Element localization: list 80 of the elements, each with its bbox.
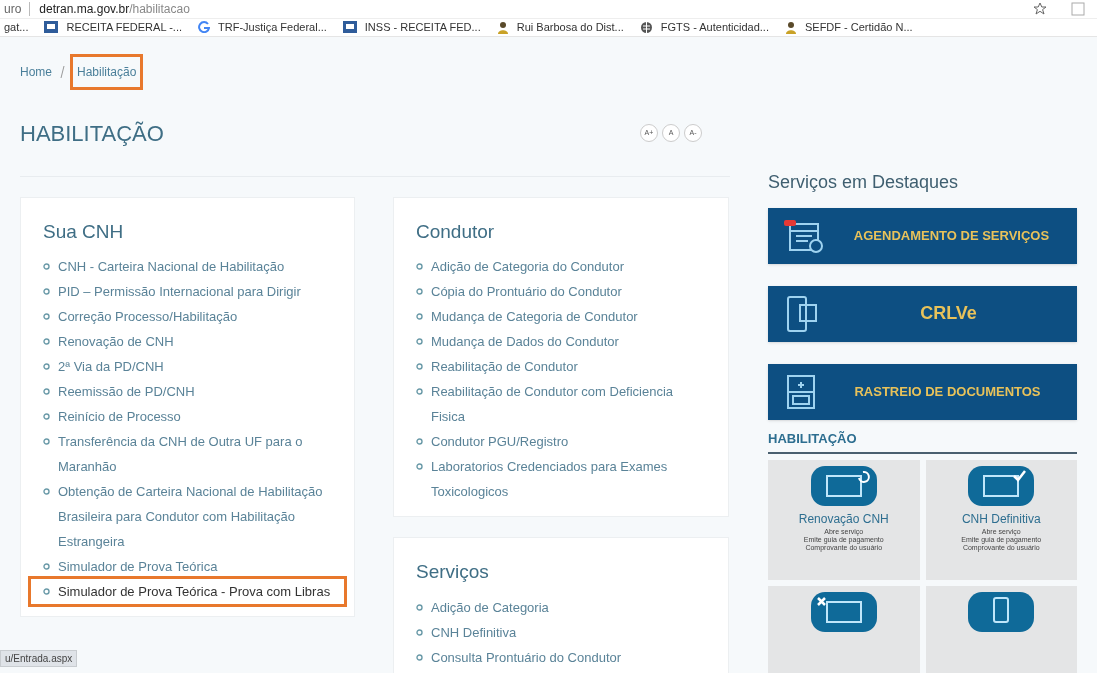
person-icon <box>784 20 797 34</box>
bullet-icon <box>416 288 423 295</box>
breadcrumb-link[interactable]: Home <box>20 62 52 81</box>
phone-card-icon <box>968 591 1035 632</box>
separator-icon <box>60 65 65 78</box>
security-label: uro <box>4 1 22 18</box>
service-banner[interactable]: CRLVe <box>768 285 1077 342</box>
person-icon <box>496 20 509 34</box>
service-link[interactable]: 2ª Via da PD/CNH <box>43 354 332 379</box>
service-link[interactable]: Condutor PGU/Registro <box>416 429 706 454</box>
service-link[interactable]: Adição de Categoria <box>416 594 706 620</box>
bookmark-item[interactable]: gat... <box>4 19 29 36</box>
bullet-icon <box>416 363 423 370</box>
bullet-icon <box>416 438 423 445</box>
service-link[interactable]: Renovação de CNH <box>43 329 332 354</box>
phone-icon <box>784 294 820 333</box>
service-tile[interactable] <box>925 585 1077 673</box>
divider-icon <box>29 2 32 16</box>
bullet-icon <box>416 628 423 636</box>
service-link[interactable]: Obtenção de Carteira Nacional de Habilitação Brasileira para Condutor com Habilitação Estrangeira <box>43 479 332 554</box>
bullet-icon <box>43 363 50 370</box>
bookmark-item[interactable]: TRF-Justiça Federal... <box>198 19 327 36</box>
service-link[interactable]: Adição de Categoria do Condutor <box>416 254 706 279</box>
license-card-icon <box>968 465 1035 506</box>
license-card-icon <box>810 465 877 506</box>
bullet-icon <box>43 438 50 445</box>
service-link[interactable]: Consulta Prontuário do Condutor <box>416 644 706 670</box>
featured-title: Serviços em Destaques <box>768 170 960 194</box>
bullet-icon <box>43 563 50 570</box>
address-url[interactable]: detran.ma.gov.br/habilitacao <box>39 0 1025 18</box>
bullet-icon <box>416 313 423 320</box>
bullet-icon <box>43 263 50 270</box>
service-link[interactable]: Mudança de Categoria de Condutor <box>416 304 706 329</box>
star-icon[interactable] <box>1033 2 1047 16</box>
section-title: Condutor <box>416 219 496 244</box>
service-link[interactable]: Reabilitação de Condutor com Deficiencia Fisica <box>416 379 706 429</box>
service-link[interactable]: Simulador de Prova Teórica - Prova com Libras <box>31 579 344 604</box>
bookmark-item[interactable]: RECEITA FEDERAL -... <box>44 19 182 36</box>
service-link[interactable]: Reemissão de PD/CNH <box>43 379 332 404</box>
calendar-icon <box>784 217 826 254</box>
bookmark-item[interactable]: FGTS - Autenticidad... <box>639 19 769 36</box>
service-link[interactable]: Transferência da CNH de Outra UF para o Maranhão <box>43 429 332 479</box>
bullet-icon <box>43 588 50 595</box>
service-link[interactable]: Correção Processo/Habilitação <box>43 304 332 329</box>
page-title: HABILITAÇÃO <box>20 119 164 148</box>
section-title: Serviços <box>416 560 490 584</box>
service-link[interactable]: PID – Permissão Internacional para Dirigir <box>43 279 332 304</box>
bullet-icon <box>43 338 50 345</box>
service-link[interactable]: Laboratorios Credenciados para Exames Toxicologicos <box>416 454 706 504</box>
bullet-icon <box>43 413 50 420</box>
service-link[interactable]: Mudança de Dados do Condutor <box>416 329 706 354</box>
panel-title: HABILITAÇÃO <box>768 430 857 446</box>
bullet-icon <box>416 388 423 395</box>
license-card-icon <box>810 591 877 632</box>
service-link[interactable]: CNH - Carteira Nacional de Habilitação <box>43 254 332 279</box>
bullet-icon <box>43 288 50 295</box>
bullet-icon <box>416 338 423 345</box>
bullet-icon <box>416 603 423 611</box>
service-banner[interactable]: RASTREIO DE DOCUMENTOS <box>768 363 1077 420</box>
bullet-icon <box>43 313 50 320</box>
bookmark-item[interactable]: Rui Barbosa do Dist... <box>496 19 624 36</box>
service-link[interactable]: CNH Definitiva <box>416 619 706 645</box>
bullet-icon <box>43 388 50 395</box>
service-link[interactable]: Simulador de Prova Teórica <box>43 554 332 579</box>
breadcrumb-link[interactable]: Habilitação <box>73 56 141 87</box>
bullet-icon <box>416 263 423 270</box>
section-title: Sua CNH <box>43 219 125 244</box>
service-tile[interactable] <box>768 585 920 673</box>
bullet-icon <box>416 463 423 470</box>
status-bar: u/Entrada.aspx <box>0 650 78 667</box>
g-icon <box>198 21 210 34</box>
bookmark-item[interactable]: SEFDF - Certidão N... <box>784 19 913 36</box>
bullet-icon <box>416 653 423 661</box>
service-link[interactable]: Cópia do Prontuário do Condutor <box>416 279 706 304</box>
service-link[interactable]: Reinício de Processo <box>43 404 332 429</box>
bookmark-item[interactable]: INSS - RECEITA FED... <box>342 19 481 36</box>
service-banner[interactable]: AGENDAMENTO DE SERVIÇOS <box>768 207 1077 264</box>
service-link[interactable]: Reabilitação de Condutor <box>416 354 706 379</box>
document-icon <box>784 373 818 410</box>
bullet-icon <box>43 488 50 495</box>
